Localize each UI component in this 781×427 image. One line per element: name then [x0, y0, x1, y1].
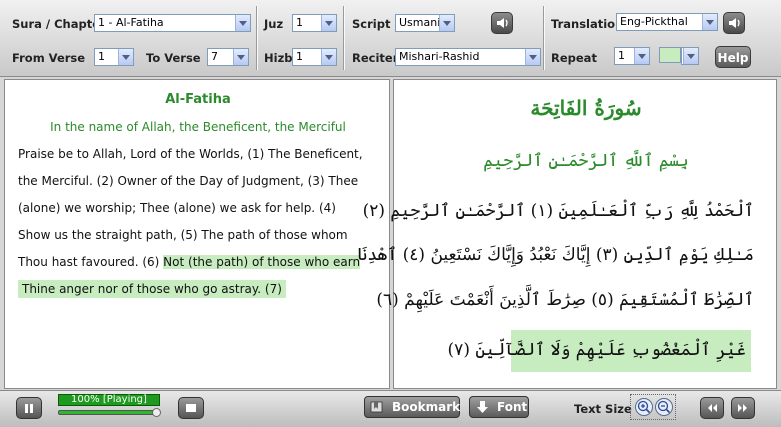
juz-select[interactable]: 1: [292, 14, 337, 32]
chevron-down-icon: [321, 49, 336, 65]
zoom-in-icon: [637, 400, 651, 414]
to-verse-value: 7: [211, 50, 218, 63]
translation-line: the Merciful. (2) Owner of the Day of Ju…: [18, 174, 359, 188]
bismillah-translation: In the name of Allah, the Beneficent, th…: [50, 120, 346, 134]
script-select[interactable]: Usmani: [395, 14, 455, 32]
translation-select[interactable]: Eng-Pickthal: [616, 13, 718, 31]
translation-select-value: Eng-Pickthal: [620, 15, 688, 28]
text-size-label: Text Size: [574, 402, 632, 416]
player-bar: 100% [Playing] Bookmark Font Text Size: [0, 390, 781, 427]
stop-button[interactable]: [178, 397, 204, 419]
zoom-out-icon: [657, 400, 671, 414]
juz-select-value: 1: [296, 16, 303, 29]
chevron-down-icon: [321, 15, 336, 31]
sura-title: Al-Fatiha: [165, 92, 231, 107]
speaker-icon: [729, 18, 740, 28]
playback-progress-bar: 100% [Playing]: [58, 394, 160, 406]
next-verse-button[interactable]: [731, 397, 755, 419]
zoom-out-button[interactable]: [655, 398, 673, 416]
arabic-audio-button[interactable]: [491, 12, 513, 34]
verse-7-highlight[interactable]: Thine anger nor of those who go astray. …: [18, 280, 286, 298]
text-size-controls: [630, 394, 676, 420]
from-verse-select[interactable]: 1: [94, 48, 134, 66]
next-icon: [738, 404, 747, 412]
chevron-down-icon: [683, 48, 698, 64]
sura-label: Sura / Chapter: [12, 17, 106, 31]
translation-label: Translation: [551, 17, 624, 31]
juz-label: Juz: [264, 17, 284, 31]
chevron-down-icon: [634, 48, 649, 64]
playback-status: 100% [Playing]: [71, 394, 147, 405]
hizb-label: Hizb: [264, 51, 293, 65]
chevron-down-icon: [233, 49, 248, 65]
to-verse-select[interactable]: 7: [207, 48, 249, 66]
chevron-down-icon: [525, 49, 540, 65]
help-button[interactable]: Help: [715, 46, 751, 68]
verse-7-highlight[interactable]: Not (the path) of those who earn: [163, 255, 361, 269]
bookmark-icon: [370, 401, 383, 413]
translation-pane: Al-Fatiha In the name of Allah, the Bene…: [4, 79, 390, 389]
toolbar-divider: [256, 6, 257, 70]
top-toolbar: Sura / Chapter 1 - Al-Fatiha Juz 1 Scrip…: [0, 0, 781, 77]
sura-select[interactable]: 1 - Al-Fatiha: [94, 14, 251, 32]
font-arrow-icon: [477, 401, 488, 413]
arabic-pane: سُورَةُ الفَاتِحَة بِسْمِ ٱللَّهِ ٱلرَّح…: [357, 79, 777, 389]
arabic-verse-line-highlighted[interactable]: غَيْرِ ٱلْمَغْضُوبِ عَلَيْهِمْ وَلَا ٱلض…: [448, 339, 746, 360]
zoom-in-button[interactable]: [635, 398, 653, 416]
highlight-color-swatch[interactable]: [659, 47, 681, 63]
translation-line: Thine anger nor of those who go astray. …: [14, 280, 290, 298]
highlight-color-dropdown[interactable]: [681, 47, 699, 65]
pause-icon: [25, 404, 33, 413]
previous-icon: [708, 404, 717, 412]
script-select-value: Usmani: [399, 16, 441, 29]
sura-title-arabic: سُورَةُ الفَاتِحَة: [530, 96, 642, 120]
chevron-down-icon: [118, 49, 133, 65]
arabic-verse-line[interactable]: ٱلْحَمْدُ لِلَّهِ رَبِّ ٱلْعَـٰلَمِينَ (…: [363, 200, 754, 221]
from-verse-value: 1: [98, 50, 105, 63]
stop-icon: [186, 404, 196, 412]
translation-line: Thou hast favoured. (6) Not (the path) o…: [18, 255, 361, 269]
repeat-label: Repeat: [551, 51, 597, 65]
font-button[interactable]: Font: [469, 396, 529, 418]
translation-line: Praise be to Allah, Lord of the Worlds, …: [18, 147, 363, 161]
reciter-label: Reciter: [352, 51, 399, 65]
sura-select-value: 1 - Al-Fatiha: [98, 16, 164, 29]
repeat-select-value: 1: [618, 49, 625, 62]
previous-verse-button[interactable]: [700, 397, 724, 419]
bookmark-button[interactable]: Bookmark: [364, 396, 460, 418]
hizb-select-value: 1: [296, 50, 303, 63]
chevron-down-icon: [702, 14, 717, 30]
translation-line: Show us the straight path, (5) The path …: [18, 228, 348, 242]
translation-audio-button[interactable]: [723, 12, 745, 34]
hizb-select[interactable]: 1: [292, 48, 337, 66]
to-verse-label: To Verse: [146, 51, 201, 65]
speaker-icon: [497, 18, 508, 28]
pause-button[interactable]: [16, 397, 42, 419]
volume-slider-handle[interactable]: [152, 408, 161, 417]
bookmark-label: Bookmark: [392, 400, 461, 414]
repeat-select[interactable]: 1: [614, 47, 650, 65]
arabic-verse-line[interactable]: ٱلصِّرَٰطَ ٱلْمُسْتَقِيمَ (٥) صِرَٰطَ ٱل…: [376, 289, 754, 310]
toolbar-divider: [543, 6, 544, 70]
toolbar-divider: [343, 6, 344, 70]
script-label: Script: [352, 17, 391, 31]
reciter-select[interactable]: Mishari-Rashid: [395, 48, 541, 66]
chevron-down-icon: [235, 15, 250, 31]
bismillah-arabic: بِسْمِ ٱللَّهِ ٱلرَّحْمَـٰنِ ٱلرَّحِيمِ: [483, 151, 689, 171]
arabic-verse-line[interactable]: مَـٰلِكِ يَوْمِ ٱلدِّينِ (٣) إِيَّاكَ نَ…: [357, 244, 754, 265]
chevron-down-icon: [439, 15, 454, 31]
font-label: Font: [497, 400, 528, 414]
from-verse-label: From Verse: [12, 51, 86, 65]
translation-line: (alone) we worship; Thee (alone) we ask …: [18, 201, 336, 215]
reciter-select-value: Mishari-Rashid: [399, 50, 480, 63]
volume-slider-track[interactable]: [58, 410, 158, 415]
verse-text[interactable]: Thou hast favoured. (6): [18, 255, 163, 269]
